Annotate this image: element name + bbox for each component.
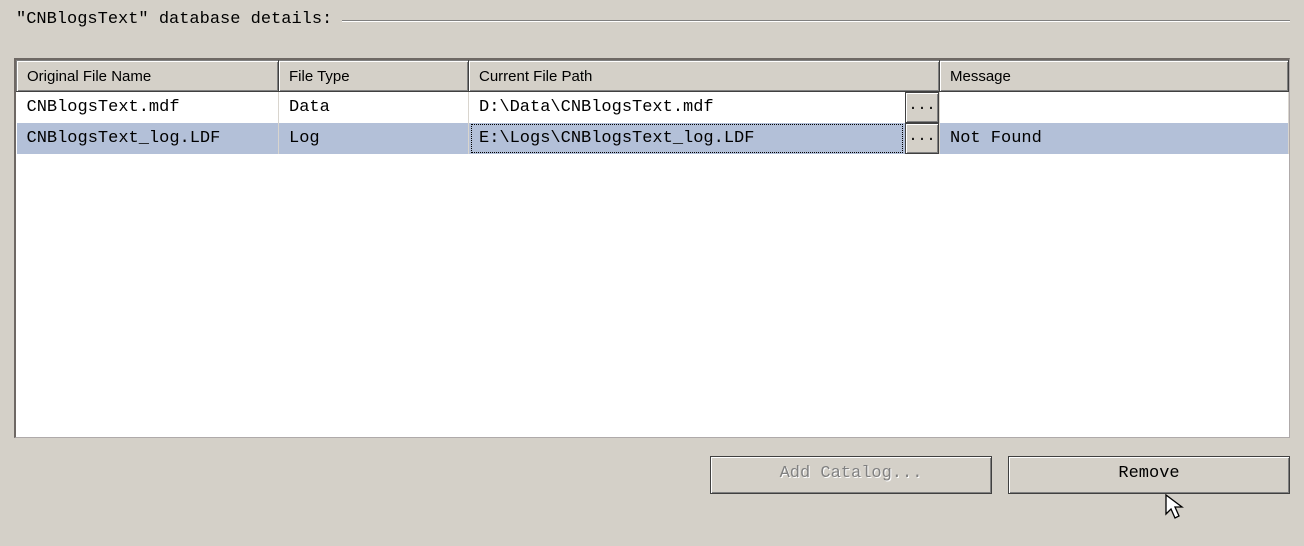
table-row[interactable]: CNBlogsText.mdf Data D:\Data\CNBlogsText… xyxy=(17,92,1289,124)
path-text: D:\Data\CNBlogsText.mdf xyxy=(479,98,714,117)
details-table: Original File Name File Type Current Fil… xyxy=(16,60,1289,154)
table-row[interactable]: CNBlogsText_log.LDF Log E:\Logs\CNBlogsT… xyxy=(17,123,1289,154)
path-text: E:\Logs\CNBlogsText_log.LDF xyxy=(479,129,754,148)
group-header: "CNBlogsText" database details: xyxy=(12,10,1290,29)
cell-file-type[interactable]: Log xyxy=(279,123,469,154)
group-frame: "CNBlogsText" database details: xyxy=(12,10,1290,29)
browse-button[interactable]: ... xyxy=(905,92,939,123)
cursor-icon xyxy=(1165,494,1185,522)
col-current-file-path[interactable]: Current File Path xyxy=(469,61,940,92)
cell-original-file-name[interactable]: CNBlogsText.mdf xyxy=(17,92,279,124)
cell-original-file-name[interactable]: CNBlogsText_log.LDF xyxy=(17,123,279,154)
database-details-grid[interactable]: Original File Name File Type Current Fil… xyxy=(14,58,1290,438)
cell-message[interactable] xyxy=(940,92,1289,124)
col-message[interactable]: Message xyxy=(940,61,1289,92)
col-original-file-name[interactable]: Original File Name xyxy=(17,61,279,92)
table-header-row: Original File Name File Type Current Fil… xyxy=(17,61,1289,92)
cell-message[interactable]: Not Found xyxy=(940,123,1289,154)
cell-file-type[interactable]: Data xyxy=(279,92,469,124)
remove-button[interactable]: Remove xyxy=(1008,456,1290,494)
cell-current-file-path[interactable]: E:\Logs\CNBlogsText_log.LDF ... xyxy=(469,123,940,154)
col-file-type[interactable]: File Type xyxy=(279,61,469,92)
browse-button[interactable]: ... xyxy=(905,123,939,154)
group-rule xyxy=(342,20,1290,22)
button-bar: Add Catalog... Remove xyxy=(0,456,1292,494)
cell-current-file-path[interactable]: D:\Data\CNBlogsText.mdf ... xyxy=(469,92,940,124)
group-legend: "CNBlogsText" database details: xyxy=(12,10,336,29)
add-catalog-button: Add Catalog... xyxy=(710,456,992,494)
